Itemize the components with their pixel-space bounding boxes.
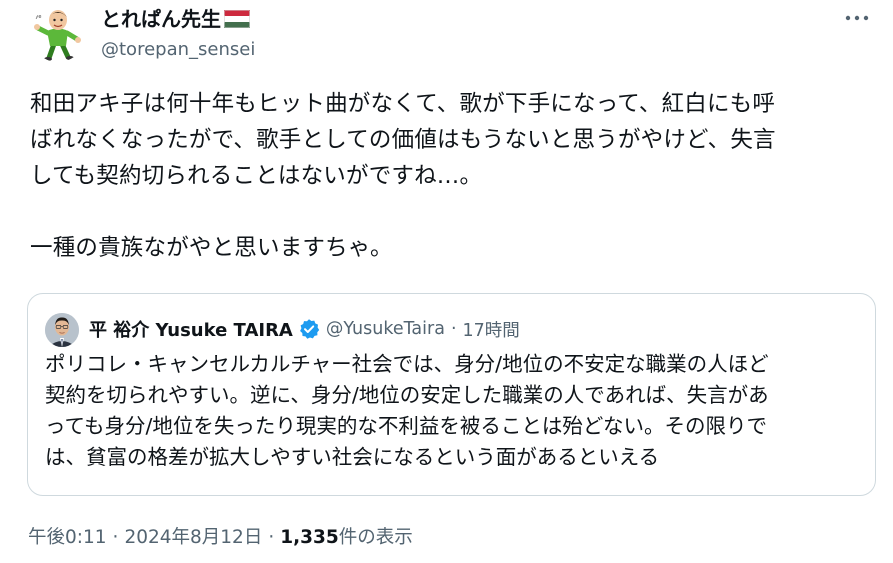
quoted-display-name[interactable]: 平 裕介 Yusuke TAIRA [89, 316, 293, 342]
tweet-text: 和田アキ子は何十年もヒット曲がなくて、歌が下手になって、紅白にも呼 ばれなくなっ… [30, 91, 776, 261]
quoted-separator: · [450, 319, 457, 339]
more-options-button[interactable] [839, 8, 875, 28]
tweet-metadata: 午後0:11 · 2024年8月12日 · 1,335 件の表示 [28, 523, 413, 549]
verified-badge-icon [298, 318, 320, 340]
tweet-date[interactable]: 2024年8月12日 [124, 523, 262, 549]
meta-separator: · [112, 527, 119, 548]
svg-text:Bye: Bye [32, 14, 41, 20]
author-block: とれぱん先生 @torepan_sensei [101, 6, 255, 62]
views-count[interactable]: 1,335 [280, 527, 339, 548]
more-dots-icon [845, 15, 869, 21]
hungary-flag-icon [224, 10, 250, 28]
author-handle[interactable]: @torepan_sensei [101, 38, 255, 62]
author-display-name[interactable]: とれぱん先生 [101, 6, 221, 32]
quoted-author-avatar[interactable] [45, 313, 79, 347]
tweet-card: Bye とれぱん先生 @torepan_sensei 和田アキ子は何十年もヒット… [0, 0, 893, 563]
quoted-tweet[interactable]: 平 裕介 Yusuke TAIRA @YusukeTaira · 17時間 ポリ… [27, 293, 876, 496]
meta-separator: · [268, 527, 275, 548]
views-label: 件の表示 [338, 527, 413, 548]
quoted-text: ポリコレ・キャンセルカルチャー社会では、身分/地位の不安定な職業の人ほど 契約を… [45, 352, 769, 469]
quoted-timestamp[interactable]: 17時間 [463, 317, 520, 342]
tweet-time[interactable]: 午後0:11 [28, 523, 107, 549]
quoted-handle[interactable]: @YusukeTaira [326, 319, 445, 339]
display-name-row: とれぱん先生 [101, 6, 255, 32]
author-avatar[interactable]: Bye [30, 6, 86, 62]
quoted-header: 平 裕介 Yusuke TAIRA @YusukeTaira · 17時間 [89, 315, 520, 343]
